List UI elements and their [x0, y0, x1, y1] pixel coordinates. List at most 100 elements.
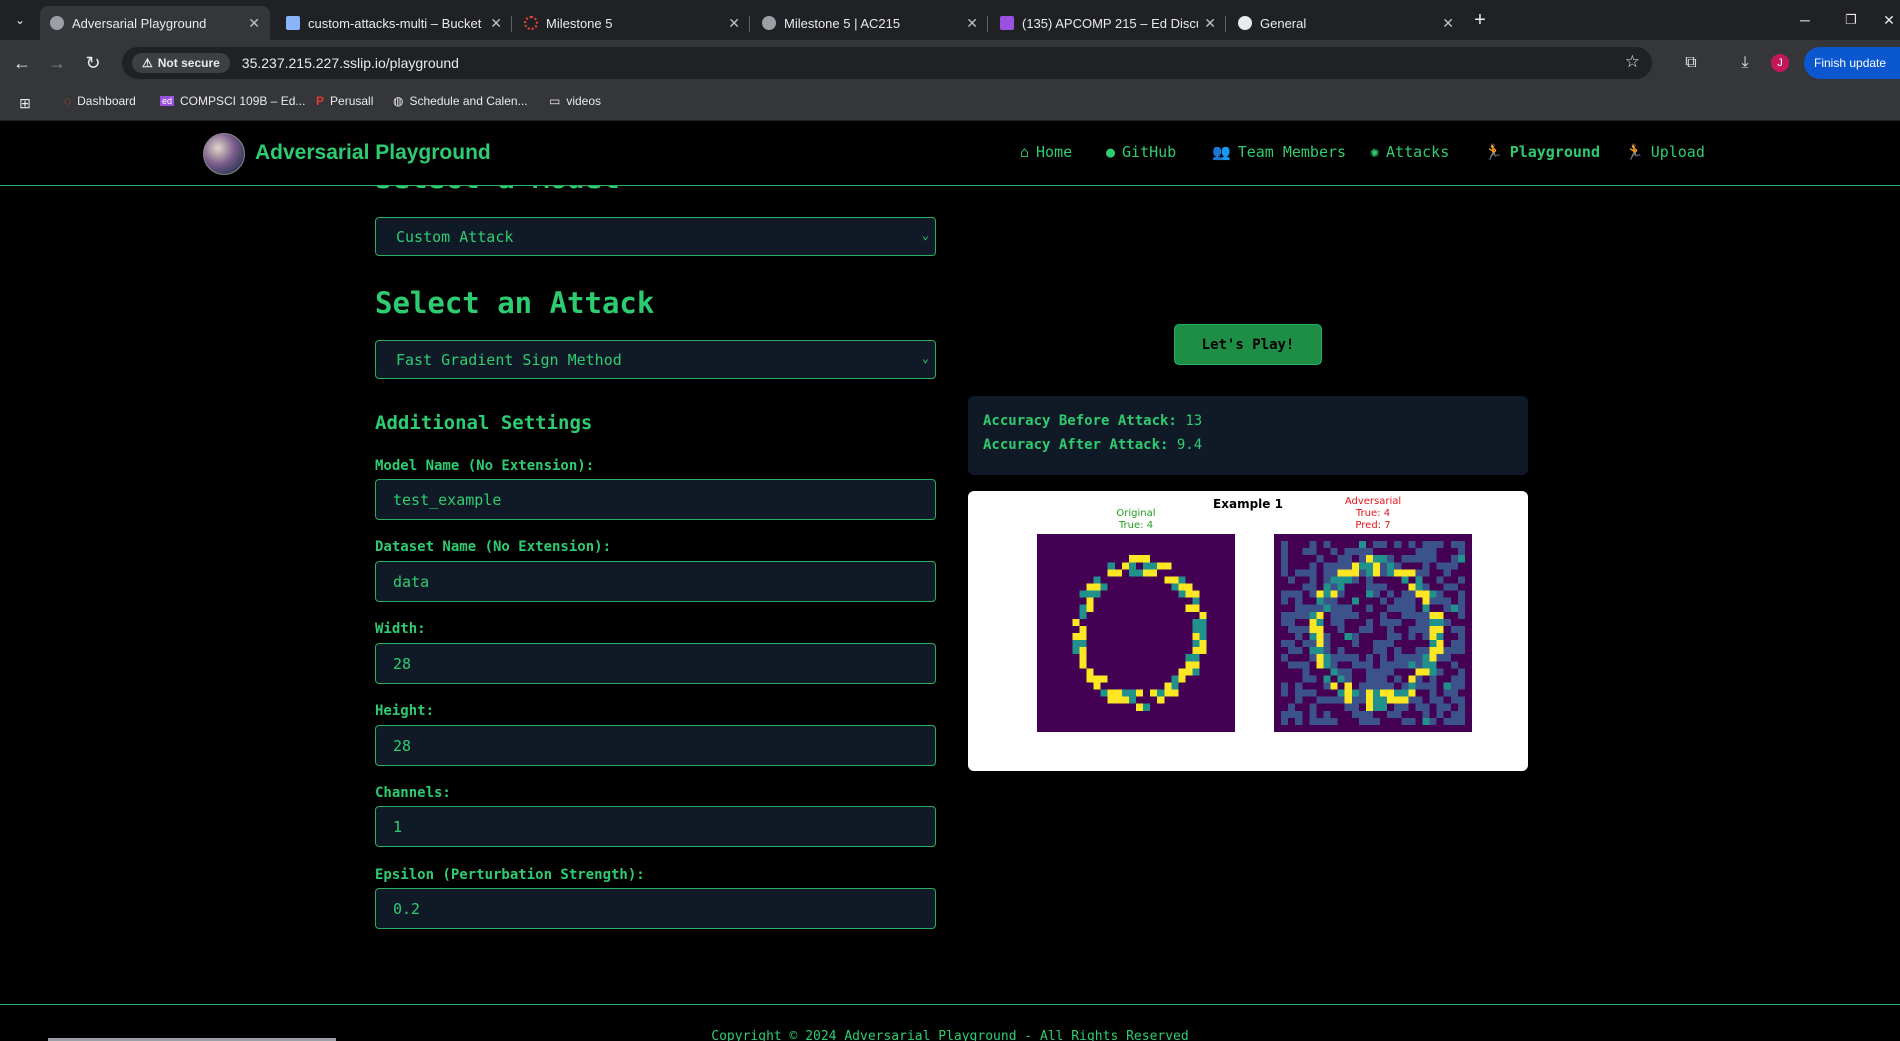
image-pixel: [1436, 654, 1444, 662]
nav-attacks[interactable]: ✺ Attacks: [1370, 143, 1449, 161]
close-icon[interactable]: ✕: [728, 15, 740, 32]
image-pixel: [1351, 689, 1359, 697]
image-pixel: [1450, 604, 1458, 612]
image-pixel: [1415, 576, 1423, 584]
nav-home[interactable]: ⌂ Home: [1020, 143, 1072, 161]
restore-icon[interactable]: ❐: [1838, 7, 1864, 33]
height-input[interactable]: 28: [375, 725, 936, 766]
extensions-icon[interactable]: ⧉: [1678, 50, 1704, 76]
image-pixel: [1373, 717, 1381, 725]
site-brand[interactable]: Adversarial Playground: [255, 141, 491, 165]
back-icon[interactable]: ←: [9, 50, 35, 76]
model-select[interactable]: Custom Attack ⌄: [375, 217, 936, 256]
image-pixel: [1408, 583, 1416, 591]
close-icon[interactable]: ✕: [490, 15, 502, 32]
image-pixel: [1380, 555, 1388, 563]
browser-tab-0[interactable]: Adversarial Playground ✕: [40, 6, 270, 40]
minimize-icon[interactable]: ─: [1792, 7, 1818, 33]
image-pixel: [1443, 654, 1451, 662]
image-pixel: [1436, 640, 1444, 648]
model-name-input[interactable]: test_example: [375, 479, 936, 520]
browser-tab-bar: ⌄ Adversarial Playground ✕ custom-attack…: [0, 0, 1900, 40]
address-bar[interactable]: ⚠ Not secure 35.237.215.227.sslip.io/play…: [122, 47, 1652, 79]
image-pixel: [1436, 625, 1444, 633]
site-logo[interactable]: [203, 133, 245, 175]
image-pixel: [1436, 647, 1444, 655]
close-icon[interactable]: ✕: [966, 15, 978, 32]
bookmark-videos[interactable]: ▭ videos: [549, 94, 601, 108]
image-pixel: [1429, 541, 1437, 549]
image-pixel: [1093, 675, 1101, 683]
nav-playground[interactable]: 🏃 Playground: [1484, 143, 1600, 161]
tab-title: Adversarial Playground: [72, 15, 207, 31]
image-pixel: [1185, 583, 1193, 591]
image-pixel: [1443, 717, 1451, 725]
github-icon: ●: [1106, 143, 1116, 161]
image-pixel: [1373, 675, 1381, 683]
image-pixel: [1316, 597, 1324, 605]
image-pixel: [1086, 597, 1094, 605]
image-pixel: [1281, 555, 1289, 563]
image-pixel: [1330, 597, 1338, 605]
browser-tab-2[interactable]: Milestone 5 ✕: [514, 6, 750, 40]
image-pixel: [1429, 633, 1437, 641]
nav-github[interactable]: ● GitHub: [1106, 143, 1176, 161]
tab-search-button[interactable]: ⌄: [7, 7, 33, 33]
image-pixel: [1365, 604, 1373, 612]
image-pixel: [1316, 590, 1324, 598]
target-icon: [524, 16, 538, 30]
lets-play-button[interactable]: Let's Play!: [1174, 324, 1322, 365]
globe-icon: ◍: [393, 94, 404, 108]
image-pixel: [1450, 625, 1458, 633]
image-pixel: [1199, 633, 1207, 641]
image-pixel: [1281, 710, 1289, 718]
epsilon-input[interactable]: 0.2: [375, 888, 936, 929]
apps-grid-icon[interactable]: ⊞: [12, 90, 38, 116]
image-pixel: [1415, 548, 1423, 556]
bookmark-perusall[interactable]: P Perusall: [316, 94, 373, 108]
image-pixel: [1330, 576, 1338, 584]
profile-avatar[interactable]: J: [1771, 54, 1789, 72]
bookmark-label: Perusall: [330, 94, 374, 108]
image-pixel: [1457, 576, 1465, 584]
finish-update-label: Finish update: [1814, 56, 1887, 70]
image-pixel: [1450, 555, 1458, 563]
browser-tab-3[interactable]: Milestone 5 | AC215 ✕: [752, 6, 988, 40]
browser-tab-5[interactable]: General ✕: [1228, 6, 1464, 40]
image-pixel: [1401, 717, 1409, 725]
window-close-icon[interactable]: ✕: [1880, 7, 1898, 33]
browser-tab-1[interactable]: custom-attacks-multi – Bucket d ✕: [276, 6, 512, 40]
bookmark-dashboard[interactable]: ◌ Dashboard: [64, 94, 136, 108]
bookmark-schedule[interactable]: ◍ Schedule and Calen...: [393, 94, 528, 108]
finish-update-button[interactable]: Finish update: [1804, 47, 1900, 79]
close-icon[interactable]: ✕: [248, 15, 260, 32]
width-input[interactable]: 28: [375, 643, 936, 684]
image-pixel: [1429, 696, 1437, 704]
dataset-name-input[interactable]: data: [375, 561, 936, 602]
channels-input[interactable]: 1: [375, 806, 936, 847]
security-indicator[interactable]: ⚠ Not secure: [132, 53, 230, 73]
forward-icon[interactable]: →: [44, 50, 70, 76]
image-pixel: [1323, 640, 1331, 648]
close-icon[interactable]: ✕: [1442, 15, 1454, 32]
image-pixel: [1128, 562, 1136, 570]
attack-select[interactable]: Fast Gradient Sign Method ⌄: [375, 340, 936, 379]
download-icon[interactable]: ⤓: [1732, 50, 1758, 76]
image-pixel: [1344, 611, 1352, 619]
image-pixel: [1086, 675, 1094, 683]
image-pixel: [1281, 611, 1289, 619]
image-pixel: [1107, 696, 1115, 704]
bookmark-star-icon[interactable]: ☆: [1625, 52, 1640, 72]
close-icon[interactable]: ✕: [1204, 15, 1216, 32]
image-pixel: [1192, 618, 1200, 626]
nav-team-members[interactable]: 👥 Team Members: [1212, 143, 1346, 161]
reload-icon[interactable]: ↻: [80, 50, 106, 76]
browser-tab-4[interactable]: (135) APCOMP 215 – Ed Discus ✕: [990, 6, 1226, 40]
url-text[interactable]: 35.237.215.227.sslip.io/playground: [242, 55, 459, 71]
nav-upload[interactable]: 🏃 Upload: [1625, 143, 1705, 161]
image-pixel: [1072, 618, 1080, 626]
bookmark-compsci[interactable]: ed COMPSCI 109B – Ed...: [160, 94, 305, 108]
new-tab-button[interactable]: +: [1467, 7, 1493, 33]
image-pixel: [1157, 562, 1165, 570]
image-pixel: [1309, 548, 1317, 556]
